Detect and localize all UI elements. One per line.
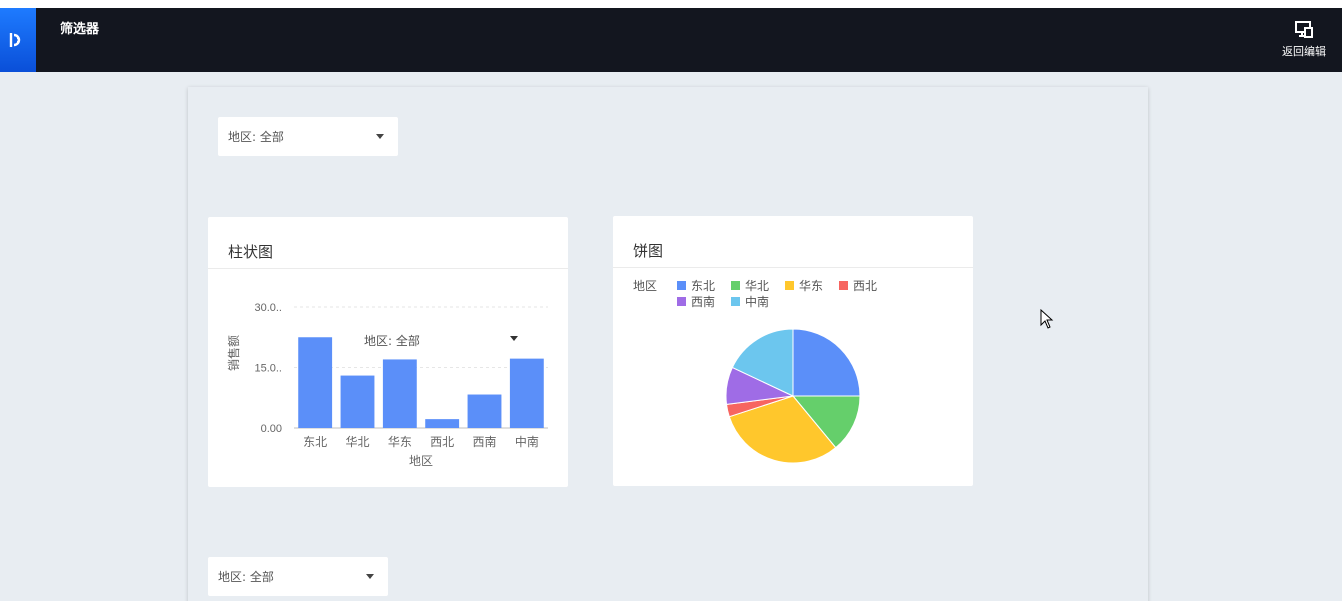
back-to-edit-label: 返回编辑 xyxy=(1282,45,1326,58)
region-filter-overlay[interactable]: 地区: 全部 xyxy=(354,329,534,351)
legend-swatch xyxy=(677,297,686,306)
chevron-down-icon xyxy=(510,336,518,341)
bar[interactable] xyxy=(509,358,544,428)
bar[interactable] xyxy=(467,394,502,428)
page-title: 筛选器 xyxy=(60,22,100,37)
legend-item[interactable]: 华东 xyxy=(799,279,823,293)
bar-chart: 30.0.. 15.0.. 0.00 东北 华北 华东 西北 西南 中南地区 销售额 xyxy=(226,302,548,468)
x-tick-label: 中南 xyxy=(515,434,539,449)
legend-title: 地区 xyxy=(633,279,657,293)
bar-chart-card: 柱状图 30.0.. 15.0.. 0.00 东北 华北 华东 西北 西南 中南 地区 销售额 地区… xyxy=(208,217,568,487)
x-tick-label: 东北 xyxy=(303,435,327,449)
legend-swatch xyxy=(731,281,740,290)
x-tick-label: 华东 xyxy=(388,435,412,449)
chevron-down-icon xyxy=(366,574,374,579)
monitor-edit-icon xyxy=(1295,21,1313,38)
region-filter-bottom-value: 地区: 全部 xyxy=(218,570,274,584)
bar[interactable] xyxy=(340,375,375,428)
chevron-down-icon xyxy=(376,134,384,139)
back-to-edit-button[interactable]: 返回编辑 xyxy=(1278,20,1330,64)
x-tick-label: 西北 xyxy=(430,435,454,449)
x-tick-label: 西南 xyxy=(472,434,496,449)
legend-item[interactable]: 西南 xyxy=(691,294,715,309)
bar[interactable] xyxy=(425,419,460,428)
x-tick-label: 华北 xyxy=(345,435,369,449)
bar[interactable] xyxy=(382,359,417,428)
legend-item[interactable]: 中南 xyxy=(745,294,769,309)
legend-swatch xyxy=(839,281,848,290)
region-filter-overlay-value: 地区: 全部 xyxy=(364,334,420,348)
legend-swatch xyxy=(677,281,686,290)
pie-slice[interactable] xyxy=(792,328,861,397)
region-filter-top-value: 地区: 全部 xyxy=(228,130,284,144)
legend-swatch xyxy=(785,281,794,290)
y-tick-label: 15.0.. xyxy=(254,363,282,375)
region-filter-top[interactable]: 地区: 全部 xyxy=(218,117,398,156)
bar[interactable] xyxy=(298,337,333,428)
y-axis-label: 销售额 xyxy=(226,335,241,371)
legend-item[interactable]: 东北 xyxy=(691,279,715,293)
legend-item[interactable]: 西北 xyxy=(853,279,877,293)
pie-chart: 地区 东北 华北 华东 西北西南 中南 xyxy=(633,279,877,464)
app-header: 筛选器 返回编辑 xyxy=(0,8,1342,72)
y-tick-label: 0.00 xyxy=(261,423,282,435)
top-strip xyxy=(0,0,1342,8)
region-filter-bottom[interactable]: 地区: 全部 xyxy=(208,557,388,596)
dashboard-canvas: 地区: 全部 柱状图 30.0.. 15.0.. 0.00 东北 华北 华东 西北 西南 中南地… xyxy=(188,87,1148,601)
legend-swatch xyxy=(731,297,740,306)
app-logo-icon[interactable] xyxy=(0,8,36,72)
pie-chart-card: 饼图 地区 东北 华北 华东 西北 西南 中南 xyxy=(613,216,973,486)
y-tick-label: 30.0.. xyxy=(254,302,282,314)
mouse-cursor-icon xyxy=(1040,309,1054,329)
x-axis-label: 地区 xyxy=(409,454,433,468)
legend-item[interactable]: 华北 xyxy=(745,279,769,293)
